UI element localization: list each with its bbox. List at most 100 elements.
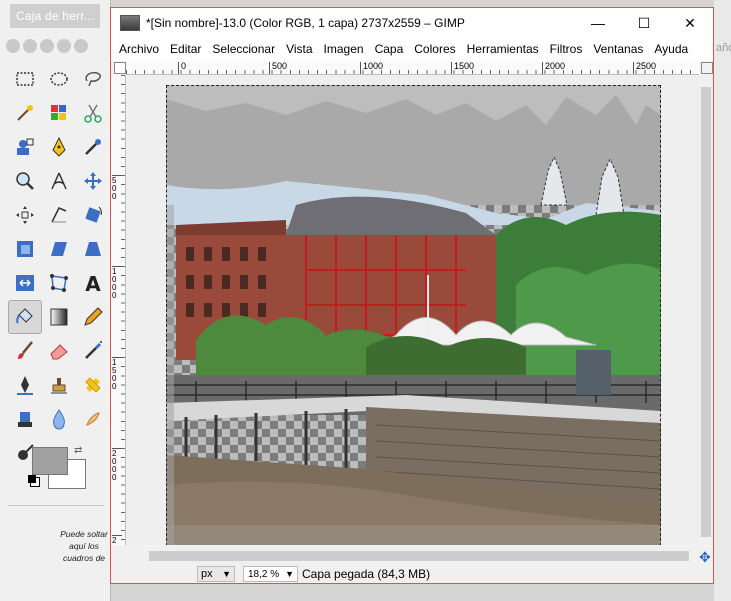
- menu-bar: Archivo Editar Seleccionar Vista Imagen …: [111, 38, 713, 60]
- toolbox-titlebar[interactable]: Caja de herr...: [0, 0, 110, 32]
- color-picker-tool[interactable]: [76, 130, 110, 164]
- ink-tool[interactable]: [8, 368, 42, 402]
- wilber-drop-area[interactable]: [6, 32, 88, 60]
- image-window: *[Sin nombre]-13.0 (Color RGB, 1 capa) 2…: [110, 7, 714, 584]
- select-by-color-tool[interactable]: [42, 96, 76, 130]
- menu-ayuda[interactable]: Ayuda: [654, 42, 688, 56]
- rect-select-tool[interactable]: [8, 62, 42, 96]
- vertical-ruler[interactable]: 5 0 0 1 0 0 0 1 5 0 0 2 0 0 0 2: [111, 75, 126, 545]
- canvas-area: 0 500 1000 1500 2000 2500 5 0 0 1 0 0 0 …: [111, 61, 713, 547]
- ruler-tick: 2 0 0 0: [112, 448, 122, 482]
- chevron-down-icon: ▼: [285, 569, 294, 579]
- chevron-down-icon: ▼: [222, 569, 231, 579]
- menu-herramientas[interactable]: Herramientas: [467, 42, 539, 56]
- menu-vista[interactable]: Vista: [286, 42, 312, 56]
- zoom-select[interactable]: 18,2 % ▼: [243, 566, 298, 582]
- horizontal-scroll-thumb[interactable]: [149, 551, 689, 561]
- blend-tool[interactable]: [42, 300, 76, 334]
- zoom-on-resize-toggle[interactable]: [701, 62, 713, 74]
- quick-mask-toggle[interactable]: [114, 62, 126, 74]
- logo-dot-icon: [57, 39, 71, 53]
- cage-transform-tool[interactable]: [42, 266, 76, 300]
- tool-grid: A: [8, 62, 110, 470]
- menu-capa[interactable]: Capa: [375, 42, 404, 56]
- close-button[interactable]: ✕: [667, 8, 713, 38]
- zoom-tool[interactable]: [8, 164, 42, 198]
- svg-text:A: A: [85, 272, 101, 295]
- fg-bg-color-selector: ⇄: [28, 445, 86, 489]
- ruler-tick: 2000: [542, 62, 565, 74]
- ruler-tick: 500: [269, 62, 287, 74]
- dock-drop-hint: Puede soltar aquí los cuadros de: [60, 529, 108, 563]
- fuzzy-select-tool[interactable]: [8, 96, 42, 130]
- vertical-scroll-thumb[interactable]: [701, 87, 711, 537]
- move-tool[interactable]: [76, 164, 110, 198]
- logo-dot-icon: [23, 39, 37, 53]
- logo-dot-icon: [40, 39, 54, 53]
- blur-tool[interactable]: [42, 402, 76, 436]
- align-tool[interactable]: [8, 198, 42, 232]
- foreground-select-tool[interactable]: [8, 130, 42, 164]
- ruler-tick: 2500: [633, 62, 656, 74]
- navigate-icon[interactable]: ✥: [699, 549, 711, 566]
- ellipse-select-tool[interactable]: [42, 62, 76, 96]
- layer-info: Capa pegada (84,3 MB): [302, 567, 431, 581]
- ruler-tick: 0: [178, 62, 186, 74]
- menu-ventanas[interactable]: Ventanas: [593, 42, 643, 56]
- status-bar: px ▼ 18,2 % ▼ Capa pegada (84,3 MB): [111, 565, 713, 583]
- horizontal-ruler[interactable]: 0 500 1000 1500 2000 2500: [126, 61, 699, 75]
- swap-colors-icon[interactable]: ⇄: [74, 445, 82, 456]
- window-title: *[Sin nombre]-13.0 (Color RGB, 1 capa) 2…: [146, 16, 465, 30]
- rotate-tool[interactable]: [76, 198, 110, 232]
- default-colors-icon[interactable]: [28, 475, 36, 483]
- shear-tool[interactable]: [42, 232, 76, 266]
- eraser-tool[interactable]: [42, 334, 76, 368]
- flip-tool[interactable]: [8, 266, 42, 300]
- smudge-tool[interactable]: [76, 402, 110, 436]
- transform-tool[interactable]: [42, 198, 76, 232]
- menu-imagen[interactable]: Imagen: [324, 42, 364, 56]
- menu-filtros[interactable]: Filtros: [550, 42, 583, 56]
- menu-archivo[interactable]: Archivo: [119, 42, 159, 56]
- scissors-select-tool[interactable]: [76, 96, 110, 130]
- toolbox-title: Caja de herr...: [10, 4, 101, 28]
- logo-dot-icon: [74, 39, 88, 53]
- perspective-clone-tool[interactable]: [8, 402, 42, 436]
- maximize-button[interactable]: ☐: [621, 8, 667, 38]
- ruler-tick: 1500: [451, 62, 474, 74]
- paths-tool[interactable]: [42, 130, 76, 164]
- window-titlebar[interactable]: *[Sin nombre]-13.0 (Color RGB, 1 capa) 2…: [111, 8, 713, 38]
- background-window-edge: año: [714, 0, 731, 601]
- scale-tool[interactable]: [8, 232, 42, 266]
- heal-tool[interactable]: [76, 368, 110, 402]
- perspective-tool[interactable]: [76, 232, 110, 266]
- lasso-tool[interactable]: [76, 62, 110, 96]
- measure-tool[interactable]: [42, 164, 76, 198]
- logo-dot-icon: [6, 39, 20, 53]
- canvas-view[interactable]: [126, 75, 699, 545]
- unit-value: px: [201, 568, 213, 580]
- vertical-scrollbar[interactable]: [699, 75, 713, 545]
- foreground-color-swatch[interactable]: [32, 447, 68, 475]
- menu-editar[interactable]: Editar: [170, 42, 201, 56]
- toolbox-divider: [8, 505, 104, 506]
- gimp-app-icon: [120, 15, 140, 31]
- ruler-tick: 2: [112, 535, 122, 545]
- unit-select[interactable]: px ▼: [197, 566, 235, 582]
- horizontal-scrollbar[interactable]: ✥: [111, 547, 713, 565]
- image-layer[interactable]: [166, 85, 661, 545]
- menu-colores[interactable]: Colores: [414, 42, 455, 56]
- bucket-fill-tool[interactable]: [8, 300, 42, 334]
- paintbrush-tool[interactable]: [8, 334, 42, 368]
- text-tool[interactable]: A: [76, 266, 110, 300]
- clone-tool[interactable]: [42, 368, 76, 402]
- ruler-tick: 5 0 0: [112, 175, 122, 201]
- pencil-tool[interactable]: [76, 300, 110, 334]
- photo-content: [166, 85, 661, 545]
- minimize-button[interactable]: —: [575, 8, 621, 38]
- toolbox-window: Caja de herr... A ⇄ Puede soltar aquí lo…: [0, 0, 111, 601]
- ruler-tick: 1 5 0 0: [112, 357, 122, 391]
- airbrush-tool[interactable]: [76, 334, 110, 368]
- background-text: año: [716, 42, 731, 54]
- menu-seleccionar[interactable]: Seleccionar: [212, 42, 275, 56]
